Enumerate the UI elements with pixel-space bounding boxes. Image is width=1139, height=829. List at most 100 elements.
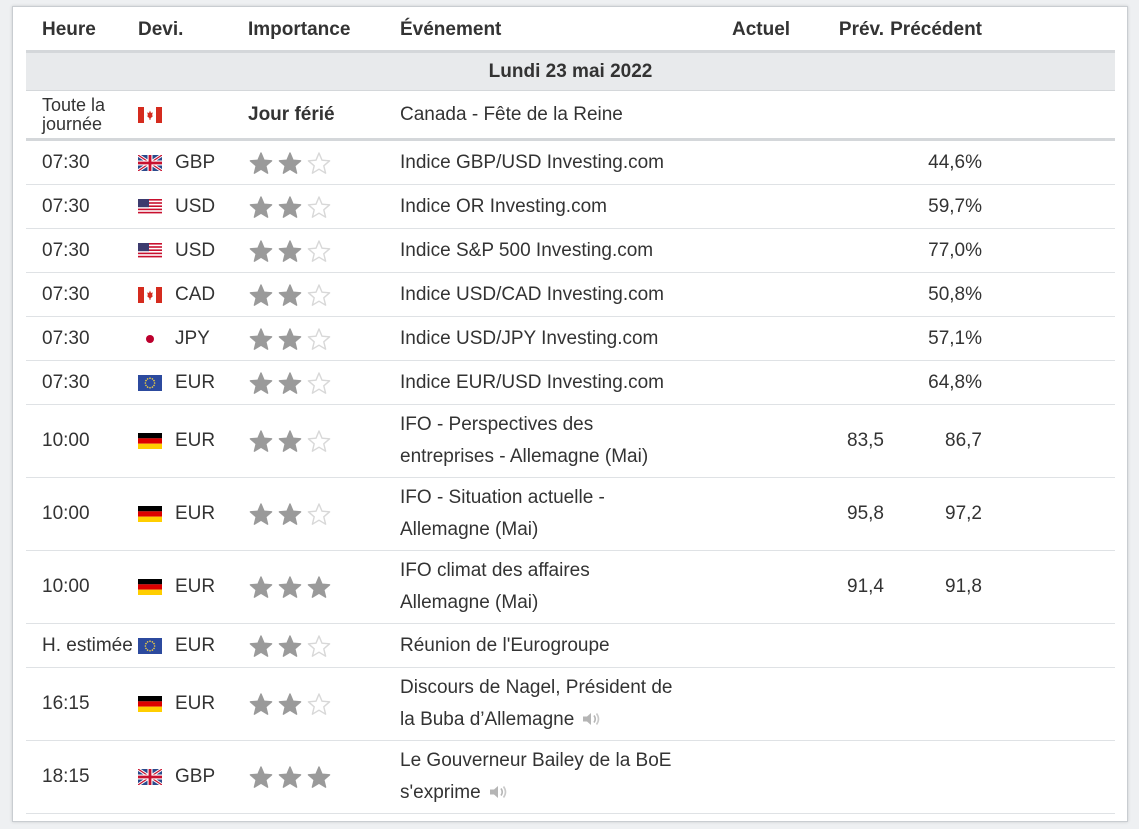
event-time: 07:30 [42, 283, 90, 305]
event-rows: 07:30 GBP Indice GBP/USD Investing.com 44,6… [26, 141, 1115, 814]
event-line: entreprises - Allemagne (Mai) [400, 446, 649, 467]
flag-germany-icon [138, 506, 162, 522]
event-time: 10:00 [42, 430, 90, 451]
col-actual-header[interactable]: Actuel [692, 19, 812, 41]
star-icon [248, 634, 400, 658]
event-currency: EUR [138, 635, 248, 657]
col-forecast-header[interactable]: Prév. [812, 19, 884, 41]
event-currency: EUR [138, 576, 248, 598]
flag-usa-icon [138, 198, 162, 215]
event-row[interactable]: 10:00 EUR IFO climat des affaires Allemagne… [26, 551, 1115, 624]
importance-stars [248, 692, 400, 716]
previous-value: 77,0% [928, 239, 982, 261]
event-name[interactable]: Indice OR Investing.com [400, 196, 692, 218]
flag-germany-icon [138, 433, 162, 449]
previous-value: 50,8% [928, 283, 982, 305]
event-name[interactable]: Le Gouverneur Bailey de la BoE s'exprime [400, 745, 692, 809]
event-line: Le Gouverneur Bailey de la BoE [400, 750, 672, 771]
col-event-header[interactable]: Événement [400, 19, 692, 41]
previous-value: 64,8% [928, 371, 982, 393]
table-header: Heure Devi. Importance Événement Actuel … [26, 10, 1115, 53]
event-name[interactable]: Indice EUR/USD Investing.com [400, 372, 692, 394]
currency-code: EUR [175, 503, 216, 524]
holiday-event[interactable]: Canada - Fête de la Reine [400, 104, 692, 126]
currency-code: EUR [175, 634, 216, 656]
star-icon [248, 151, 400, 175]
event-name[interactable]: IFO - Perspectives des entreprises - Alle… [400, 409, 692, 473]
event-row[interactable]: 07:30 CAD Indice USD/CAD Investing.com 50,8… [26, 273, 1115, 317]
event-name[interactable]: Réunion de l'Eurogroupe [400, 635, 692, 657]
flag-uk-icon [137, 767, 163, 787]
currency-code: CAD [175, 283, 216, 305]
holiday-row[interactable]: Toute la journée Jour férié Canada - Fêt… [26, 91, 1115, 141]
event-currency: EUR [138, 503, 248, 525]
previous-value: 59,7% [928, 195, 982, 217]
event-row[interactable]: 07:30 USD Indice OR Investing.com 59,7% [26, 185, 1115, 229]
event-line: Allemagne (Mai) [400, 519, 539, 540]
speaker-icon[interactable] [487, 783, 509, 801]
star-icon [248, 502, 400, 526]
event-name[interactable]: Indice USD/CAD Investing.com [400, 284, 692, 306]
importance-stars [248, 283, 400, 307]
event-title: Indice USD/CAD Investing.com [400, 283, 664, 305]
event-time: 18:15 [42, 766, 90, 787]
forecast-value: 91,4 [847, 576, 884, 597]
event-line: IFO - Perspectives des [400, 414, 594, 435]
currency-code: GBP [175, 766, 216, 787]
event-row[interactable]: 16:15 EUR Discours de Nagel, Président de l… [26, 668, 1115, 741]
event-line: IFO - Situation actuelle - [400, 487, 605, 508]
event-line: s'exprime [400, 782, 481, 803]
star-icon [248, 429, 400, 453]
event-row[interactable]: 07:30 JPY Indice USD/JPY Investing.com 57,1… [26, 317, 1115, 361]
speaker-icon[interactable] [580, 710, 602, 728]
event-currency: GBP [137, 766, 248, 788]
previous-value: 44,6% [928, 151, 982, 173]
col-currency-header[interactable]: Devi. [138, 19, 248, 41]
col-previous-header[interactable]: Précédent [884, 19, 1028, 41]
event-currency: EUR [138, 372, 248, 394]
economic-calendar: Heure Devi. Importance Événement Actuel … [26, 10, 1115, 814]
event-name[interactable]: IFO - Situation actuelle - Allemagne (Mai… [400, 482, 692, 546]
event-currency: CAD [138, 284, 248, 306]
importance-stars [248, 634, 400, 658]
star-icon [248, 195, 400, 219]
col-time-header[interactable]: Heure [26, 19, 138, 41]
importance-stars [248, 575, 400, 599]
event-name[interactable]: Indice S&P 500 Investing.com [400, 240, 692, 262]
previous-value: 86,7 [945, 430, 982, 451]
flag-eu-icon [138, 637, 162, 654]
event-row[interactable]: H. estimée EUR Réunion de l'Eurogroupe [26, 624, 1115, 668]
event-line: Discours de Nagel, Président de [400, 677, 673, 698]
event-row[interactable]: 07:30 GBP Indice GBP/USD Investing.com 44,6… [26, 141, 1115, 185]
event-time: 07:30 [42, 327, 90, 349]
event-currency: GBP [137, 152, 248, 174]
event-row[interactable]: 07:30 EUR Indice EUR/USD Investing.com 64,8… [26, 361, 1115, 405]
event-name[interactable]: Indice GBP/USD Investing.com [400, 152, 692, 174]
star-icon [248, 692, 400, 716]
event-currency: EUR [138, 693, 248, 715]
importance-stars [248, 371, 400, 395]
event-row[interactable]: 07:30 USD Indice S&P 500 Investing.com 77,0… [26, 229, 1115, 273]
event-currency: USD [138, 240, 248, 262]
event-time: 10:00 [42, 503, 90, 524]
event-row[interactable]: 18:15 GBP Le Gouverneur Bailey de la BoE s'… [26, 741, 1115, 814]
forecast-value: 95,8 [847, 503, 884, 524]
event-name[interactable]: IFO climat des affaires Allemagne (Mai) [400, 555, 692, 619]
previous-value: 97,2 [945, 503, 982, 524]
event-time: H. estimée [42, 634, 133, 656]
event-row[interactable]: 10:00 EUR IFO - Situation actuelle - Allema… [26, 478, 1115, 551]
flag-germany-icon [138, 696, 162, 712]
currency-code: EUR [175, 576, 216, 597]
previous-value: 91,8 [945, 576, 982, 597]
event-row[interactable]: 10:00 EUR IFO - Perspectives des entreprise… [26, 405, 1115, 478]
importance-stars [248, 429, 400, 453]
event-time: 07:30 [42, 151, 90, 173]
importance-stars [248, 195, 400, 219]
star-icon [248, 575, 400, 599]
event-name[interactable]: Indice USD/JPY Investing.com [400, 328, 692, 350]
currency-code: EUR [175, 371, 216, 393]
event-time: 16:15 [42, 693, 90, 714]
col-importance-header[interactable]: Importance [248, 19, 400, 41]
event-name[interactable]: Discours de Nagel, Président de la Buba d… [400, 672, 692, 736]
importance-stars [248, 239, 400, 263]
